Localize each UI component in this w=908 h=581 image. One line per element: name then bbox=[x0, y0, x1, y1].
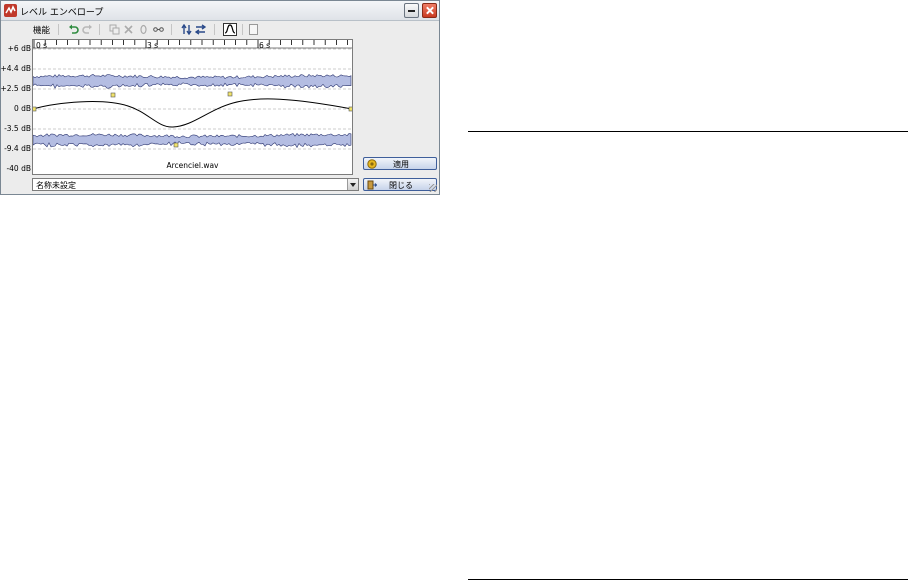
link-icon[interactable] bbox=[153, 24, 164, 35]
waveform-band bbox=[33, 73, 352, 89]
close-window-button[interactable] bbox=[422, 3, 437, 18]
divider-line bbox=[468, 579, 908, 580]
y-label: 0 dB bbox=[13, 104, 31, 113]
window-title: レベル エンベロープ bbox=[20, 8, 104, 18]
zero-icon[interactable] bbox=[138, 24, 149, 35]
apply-label: 適用 bbox=[393, 160, 409, 169]
toolbar: 機能 bbox=[1, 21, 439, 38]
waveform-band bbox=[33, 133, 352, 149]
toolbar-divider bbox=[58, 24, 59, 35]
y-label: +6 dB bbox=[7, 44, 31, 53]
level-envelope-window: レベル エンベロープ 機能 +6 dB +4.4 dB +2.5 dB 0 dB… bbox=[0, 0, 440, 195]
title-bar[interactable]: レベル エンベロープ bbox=[1, 1, 439, 21]
swap-horizontal-icon[interactable] bbox=[195, 24, 206, 35]
y-label: +2.5 dB bbox=[0, 84, 31, 93]
envelope-point bbox=[348, 106, 352, 112]
y-label: +4.4 dB bbox=[0, 64, 31, 73]
waveform-canvas[interactable] bbox=[33, 40, 352, 174]
toolbar-divider bbox=[171, 24, 172, 35]
toolbar-divider bbox=[242, 24, 243, 35]
envelope-point bbox=[173, 142, 179, 148]
y-label: -9.4 dB bbox=[4, 144, 31, 153]
close-label: 閉じる bbox=[389, 181, 413, 190]
preset-value: 名称未設定 bbox=[36, 181, 76, 190]
redo-icon[interactable] bbox=[82, 24, 93, 35]
app-icon bbox=[4, 4, 17, 17]
option-checkbox[interactable] bbox=[249, 24, 258, 35]
y-label: -3.5 dB bbox=[4, 124, 31, 133]
db-axis: +6 dB +4.4 dB +2.5 dB 0 dB -3.5 dB -9.4 … bbox=[0, 37, 33, 177]
file-name: Arcenciel.wav bbox=[166, 161, 219, 170]
envelope-point bbox=[227, 91, 233, 97]
copy-icon[interactable] bbox=[109, 24, 120, 35]
swap-vertical-icon[interactable] bbox=[181, 24, 192, 35]
minimize-button[interactable] bbox=[404, 3, 419, 18]
function-menu[interactable]: 機能 bbox=[33, 24, 50, 36]
envelope-point bbox=[33, 106, 37, 112]
delete-icon[interactable] bbox=[123, 24, 134, 35]
envelope-point bbox=[110, 92, 116, 98]
divider-line bbox=[468, 131, 908, 132]
chevron-down-icon[interactable] bbox=[347, 179, 358, 190]
resize-grip[interactable] bbox=[429, 184, 437, 192]
envelope-curve bbox=[33, 98, 352, 128]
toolbar-divider bbox=[99, 24, 100, 35]
apply-button[interactable]: 適用 bbox=[363, 157, 437, 170]
close-button[interactable]: 閉じる bbox=[363, 178, 437, 191]
undo-icon[interactable] bbox=[68, 24, 79, 35]
y-label: -40 dB bbox=[6, 164, 31, 173]
envelope-graph[interactable]: 0 s 3 s 6 s Arcenciel.wav bbox=[32, 39, 353, 175]
preset-select[interactable]: 名称未設定 bbox=[32, 178, 359, 191]
toolbar-divider bbox=[214, 24, 215, 35]
curve-icon[interactable] bbox=[223, 23, 237, 36]
